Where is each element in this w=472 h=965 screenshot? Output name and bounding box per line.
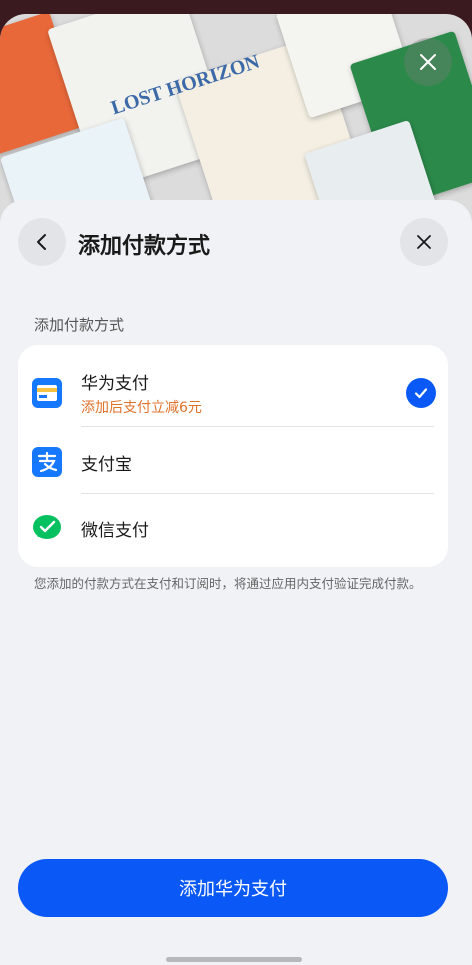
back-button[interactable] [18,218,66,266]
payment-sheet: 添加付款方式 添加付款方式 华为支付 添加后支付立减6元 支付宝 微信支付 您添… [0,200,472,965]
check-icon [414,388,428,399]
payment-option-name: 华为支付 [81,374,149,394]
sheet-header: 添加付款方式 [0,218,472,268]
dismiss-overlay-button[interactable] [404,38,452,86]
page-title: 添加付款方式 [78,234,211,259]
selected-checkmark [406,378,436,408]
payment-note: 您添加的付款方式在支付和订阅时，将通过应用内支付验证完成付款。 [34,576,422,591]
wechat-pay-icon [33,515,61,539]
add-huawei-pay-button[interactable]: 添加华为支付 [18,859,448,917]
payment-option-wechat-pay[interactable]: 微信支付 [18,497,448,559]
payment-option-text: 支付宝 [81,450,132,475]
payment-option-name: 支付宝 [81,454,132,475]
close-icon [420,54,436,70]
section-label: 添加付款方式 [34,316,125,334]
close-button[interactable] [400,218,448,266]
home-indicator[interactable] [166,957,302,962]
payment-option-name: 微信支付 [81,520,149,541]
divider [81,426,434,427]
payment-option-text: 华为支付 添加后支付立减6元 [81,369,202,417]
payment-method-list: 华为支付 添加后支付立减6元 支付宝 微信支付 [18,345,448,567]
promo-text: 添加后支付立减6元 [81,400,202,416]
payment-option-text: 微信支付 [81,516,149,541]
divider [81,493,434,494]
chevron-left-icon [37,234,46,250]
payment-option-huawei-pay[interactable]: 华为支付 添加后支付立减6元 [18,359,448,427]
alipay-icon [32,447,62,477]
huawei-pay-icon [32,378,62,408]
close-icon [417,235,431,249]
payment-option-alipay[interactable]: 支付宝 [18,431,448,493]
